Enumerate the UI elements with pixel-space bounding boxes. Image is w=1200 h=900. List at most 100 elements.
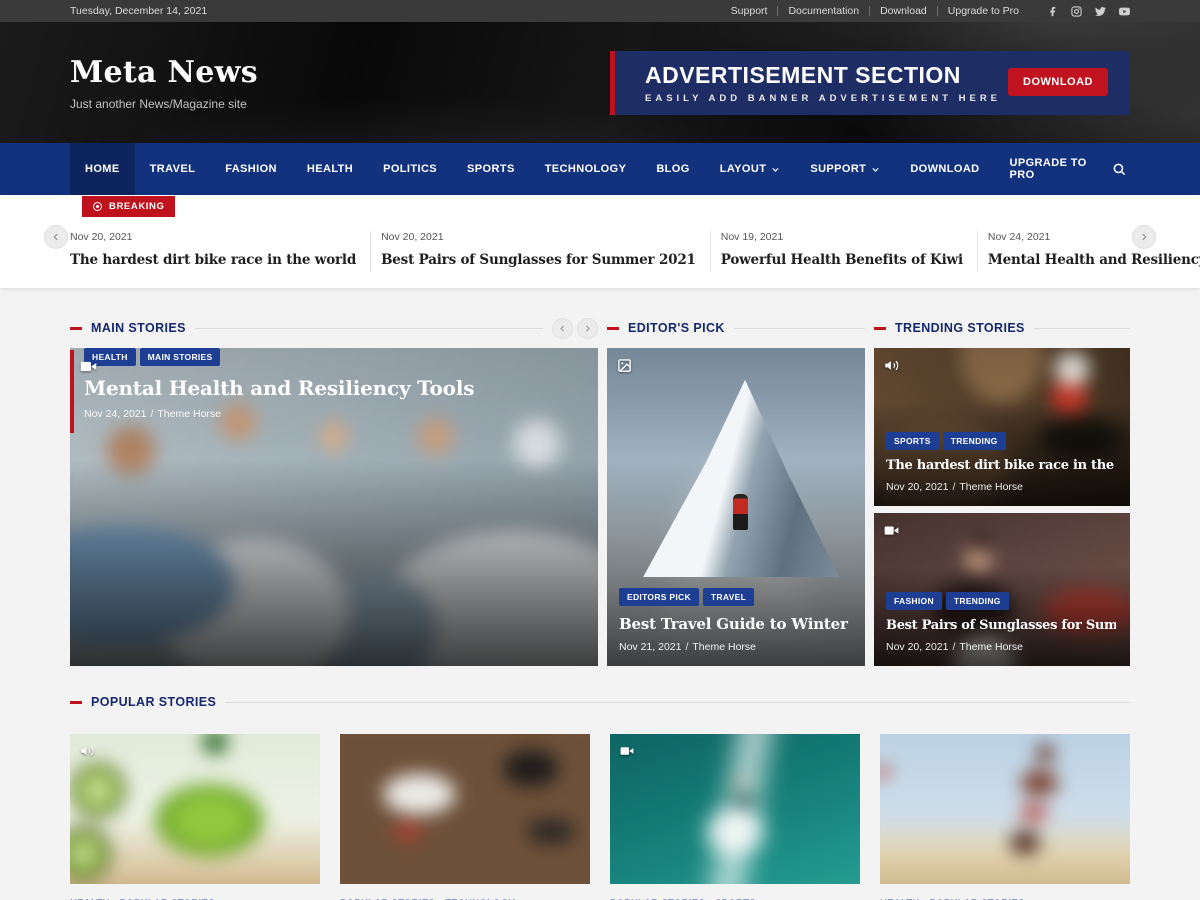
nav-item-upgrade-to-pro[interactable]: UPGRADE TO PRO [995, 143, 1108, 195]
chevron-down-icon [771, 165, 780, 174]
editors-pick-card[interactable]: EDITORS PICK TRAVEL Best Travel Guide to… [607, 348, 865, 666]
trending-card[interactable]: SPORTS TRENDING The hardest dirt bike ra… [874, 348, 1130, 506]
topbar-link-upgrade[interactable]: Upgrade to Pro [948, 5, 1019, 17]
post-thumbnail[interactable] [880, 734, 1130, 884]
post-meta: Nov 21, 2021/Theme Horse [619, 641, 851, 653]
nav-item-technology[interactable]: TECHNOLOGY [530, 143, 642, 195]
ad-download-button[interactable]: DOWNLOAD [1008, 68, 1108, 96]
nav-item-blog[interactable]: BLOG [641, 143, 704, 195]
post-title[interactable]: Powerful Health Benefits of Kiwi [721, 252, 963, 268]
post-date: Nov 24, 2021 [84, 408, 146, 420]
section-dash [70, 701, 82, 704]
chevron-left-icon [558, 324, 567, 333]
section-title: EDITOR'S PICK [628, 321, 725, 335]
nav-item-travel[interactable]: TRAVEL [135, 143, 211, 195]
post-title[interactable]: Best Travel Guide to Winter Tour [619, 615, 851, 633]
post-date: Nov 20, 2021 [70, 231, 356, 243]
facebook-icon[interactable] [1047, 6, 1058, 17]
nav-item-download[interactable]: DOWNLOAD [895, 143, 994, 195]
popular-card: HEALTH POPULAR STORIES 25 reasons runnin… [880, 734, 1130, 900]
section-dash [607, 327, 619, 330]
breaking-badge[interactable]: BREAKING [82, 196, 175, 217]
post-meta: Nov 20, 2021/Theme Horse [886, 641, 1116, 653]
chevron-left-icon [51, 232, 61, 242]
image-icon [617, 358, 632, 373]
main-stories-next-button[interactable] [577, 318, 598, 339]
topbar-link-download[interactable]: Download [880, 5, 927, 17]
section-header-main-stories: MAIN STORIES [70, 318, 598, 338]
nav-item-health[interactable]: HEALTH [292, 143, 368, 195]
post-title[interactable]: The hardest dirt bike race in the world [70, 252, 356, 268]
ticker-item[interactable]: Nov 24, 2021 Mental Health and Resilienc… [977, 231, 1200, 272]
category-badge[interactable]: MAIN STORIES [140, 348, 221, 366]
nav-item-support[interactable]: SUPPORT [795, 143, 895, 195]
category-badge[interactable]: TRAVEL [703, 588, 754, 606]
youtube-icon[interactable] [1119, 6, 1130, 17]
ad-title: ADVERTISEMENT SECTION [645, 62, 1001, 89]
chevron-right-icon [583, 324, 592, 333]
post-thumbnail[interactable] [610, 734, 860, 884]
nav-item-politics[interactable]: POLITICS [368, 143, 452, 195]
post-date: Nov 20, 2021 [886, 641, 948, 653]
record-dot-icon [93, 202, 102, 211]
ticker-item[interactable]: Nov 20, 2021 Best Pairs of Sunglasses fo… [370, 231, 710, 272]
category-badge[interactable]: TRENDING [946, 592, 1009, 610]
post-meta: Nov 20, 2021/Theme Horse [886, 481, 1116, 493]
site-header: Meta News Just another News/Magazine sit… [0, 22, 1200, 143]
speaker-icon [884, 358, 899, 373]
divider [734, 328, 865, 329]
post-date: Nov 20, 2021 [886, 481, 948, 493]
current-date: Tuesday, December 14, 2021 [70, 5, 207, 17]
ad-subtitle: EASILY ADD BANNER ADVERTISEMENT HERE [645, 93, 1001, 104]
hiker-figure [733, 494, 748, 530]
section-header-popular: POPULAR STORIES [70, 692, 1130, 712]
trending-card[interactable]: FASHION TRENDING Best Pairs of Sunglasse… [874, 513, 1130, 666]
ticker-prev-button[interactable] [44, 225, 68, 249]
main-stories-prev-button[interactable] [552, 318, 573, 339]
video-camera-icon [884, 523, 899, 538]
post-date: Nov 19, 2021 [721, 231, 963, 243]
breaking-news-ticker: BREAKING Nov 20, 2021 The hardest dirt b… [0, 195, 1200, 288]
post-title[interactable]: Best Pairs of Sunglasses for Summer 2021 [381, 252, 696, 268]
chevron-down-icon [871, 165, 880, 174]
instagram-icon[interactable] [1071, 6, 1082, 17]
ticker-item[interactable]: Nov 19, 2021 Powerful Health Benefits of… [710, 231, 977, 272]
divider [1034, 328, 1130, 329]
section-title: MAIN STORIES [91, 321, 186, 335]
advertisement-banner[interactable]: ADVERTISEMENT SECTION EASILY ADD BANNER … [610, 51, 1130, 115]
section-title: TRENDING STORIES [895, 321, 1025, 335]
post-thumbnail[interactable] [70, 734, 320, 884]
ticker-item[interactable]: Nov 20, 2021 The hardest dirt bike race … [70, 231, 370, 272]
video-camera-icon [620, 744, 634, 758]
ticker-next-button[interactable] [1132, 225, 1156, 249]
post-thumbnail[interactable] [340, 734, 590, 884]
nav-item-sports[interactable]: SPORTS [452, 143, 530, 195]
search-button[interactable] [1108, 143, 1130, 195]
post-date: Nov 20, 2021 [381, 231, 696, 243]
twitter-icon[interactable] [1095, 6, 1106, 17]
category-badge[interactable]: TRENDING [943, 432, 1006, 450]
category-badge[interactable]: EDITORS PICK [619, 588, 699, 606]
section-dash [874, 327, 886, 330]
nav-item-home[interactable]: HOME [70, 143, 135, 195]
main-story-card[interactable]: HEALTH MAIN STORIES Mental Health and Re… [70, 348, 598, 666]
topbar-link-support[interactable]: Support [731, 5, 768, 17]
topbar-links: Support Documentation Download Upgrade t… [731, 5, 1130, 17]
topbar-link-documentation[interactable]: Documentation [788, 5, 859, 17]
divider [195, 328, 543, 329]
nav-item-fashion[interactable]: FASHION [210, 143, 292, 195]
popular-stories-grid: HEALTH POPULAR STORIES Powerful Health B… [70, 734, 1130, 900]
main-navigation: HOME TRAVEL FASHION HEALTH POLITICS SPOR… [0, 143, 1200, 195]
post-title[interactable]: Mental Health and Resiliency Tools [84, 376, 584, 400]
category-badge[interactable]: SPORTS [886, 432, 939, 450]
ticker-items: Nov 20, 2021 The hardest dirt bike race … [70, 231, 1130, 272]
site-title[interactable]: Meta News [70, 55, 258, 90]
post-title[interactable]: Mental Health and Resiliency Tools [988, 252, 1200, 268]
popular-card: HEALTH POPULAR STORIES Powerful Health B… [70, 734, 320, 900]
post-title[interactable]: The hardest dirt bike race in the world [886, 458, 1116, 473]
post-date: Nov 21, 2021 [619, 641, 681, 653]
post-title[interactable]: Best Pairs of Sunglasses for Summer 2021 [886, 618, 1116, 633]
popular-card: POPULAR STORIES TECHNOLOGY Best Gear For… [340, 734, 590, 900]
nav-item-layout[interactable]: LAYOUT [705, 143, 796, 195]
category-badge[interactable]: FASHION [886, 592, 942, 610]
